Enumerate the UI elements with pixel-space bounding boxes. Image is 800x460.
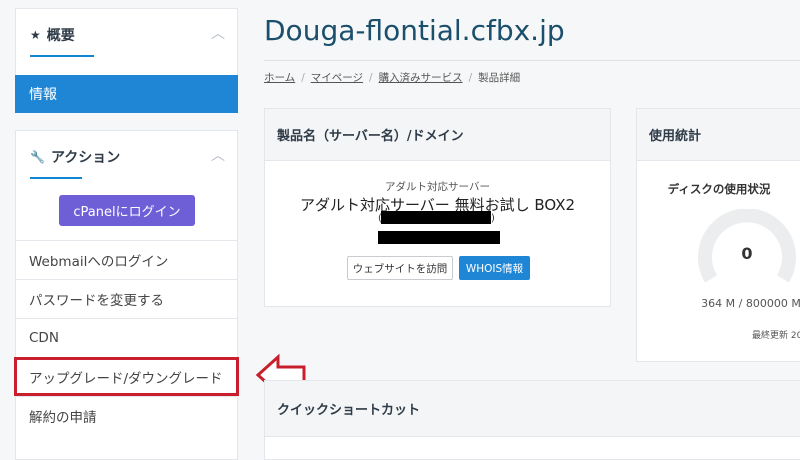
breadcrumb: ホーム / マイページ / 購入済みサービス / 製品詳細 (264, 70, 520, 85)
disk-usage-gauge: 0 (698, 209, 796, 283)
wrench-icon: 🔧 (30, 150, 45, 164)
cpanel-login-button[interactable]: cPanelにログイン (59, 195, 195, 226)
redacted-domain (381, 211, 491, 224)
breadcrumb-home[interactable]: ホーム (264, 70, 295, 85)
actions-header[interactable]: 🔧 アクション (30, 147, 120, 167)
sidebar-actions-panel: 🔧 アクション ︿ cPanelにログイン Webmailへのログイン パスワー… (15, 130, 238, 460)
action-label: Webmailへのログイン (29, 254, 169, 270)
upgrade-highlight-box (14, 357, 239, 396)
quick-shortcut-card: クイックショートカット (264, 380, 800, 460)
breadcrumb-mypage[interactable]: マイページ (311, 70, 363, 85)
action-list: Webmailへのログイン パスワードを変更する CDN アップグレード/ダウン… (16, 240, 237, 435)
action-item-webmail[interactable]: Webmailへのログイン (16, 240, 237, 279)
action-item-password[interactable]: パスワードを変更する (16, 279, 237, 318)
sidebar-item-info[interactable]: 情報 (15, 75, 238, 113)
action-item-cdn[interactable]: CDN (16, 318, 237, 357)
page-title: Douga-flontial.cfbx.jp (264, 14, 565, 47)
sidebar-item-label: 情報 (29, 87, 57, 103)
chevron-up-icon[interactable]: ︿ (211, 145, 225, 165)
quick-shortcut-heading: クイックショートカット (265, 381, 800, 437)
actions-title: アクション (50, 150, 121, 166)
last-updated: 最終更新 20 (752, 331, 800, 341)
chevron-up-icon[interactable]: ︿ (211, 23, 225, 43)
action-label: パスワードを変更する (29, 293, 164, 309)
overview-underline (30, 55, 94, 57)
product-card: 製品名（サーバー名）/ドメイン アダルト対応サーバー アダルト対応サーバー 無料… (264, 108, 611, 307)
paren-close: ) (491, 213, 495, 224)
usage-card-heading: 使用統計 (637, 109, 800, 161)
redacted-info (378, 231, 500, 244)
whois-button[interactable]: WHOIS情報 (459, 256, 530, 280)
actions-underline (30, 177, 82, 179)
product-card-heading: 製品名（サーバー名）/ドメイン (265, 109, 610, 161)
gauge-value: 0 (741, 244, 752, 263)
breadcrumb-separator: / (468, 71, 473, 84)
breadcrumb-separator: / (301, 71, 305, 84)
action-label: CDN (29, 330, 59, 346)
breadcrumb-purchased[interactable]: 購入済みサービス (379, 70, 463, 85)
disk-usage-label: ディスクの使用状況 (667, 182, 771, 196)
disk-usage-value: 364 M / 800000 M (701, 297, 800, 310)
title-divider (264, 60, 800, 61)
star-icon: ★ (30, 28, 41, 42)
action-label: 解約の申請 (29, 410, 97, 426)
overview-header[interactable]: ★ 概要 (30, 25, 75, 45)
breadcrumb-separator: / (369, 71, 373, 84)
visit-website-button[interactable]: ウェブサイトを訪問 (347, 256, 453, 280)
action-item-cancel[interactable]: 解約の申請 (16, 396, 237, 435)
sidebar-overview-panel: ★ 概要 ︿ 情報 (15, 8, 238, 113)
overview-title: 概要 (46, 28, 75, 44)
product-category: アダルト対応サーバー (385, 181, 490, 193)
usage-stats-card: 使用統計 ディスクの使用状況 0 364 M / 800000 M 最終更新 2… (636, 108, 800, 362)
breadcrumb-current: 製品詳細 (478, 72, 521, 84)
